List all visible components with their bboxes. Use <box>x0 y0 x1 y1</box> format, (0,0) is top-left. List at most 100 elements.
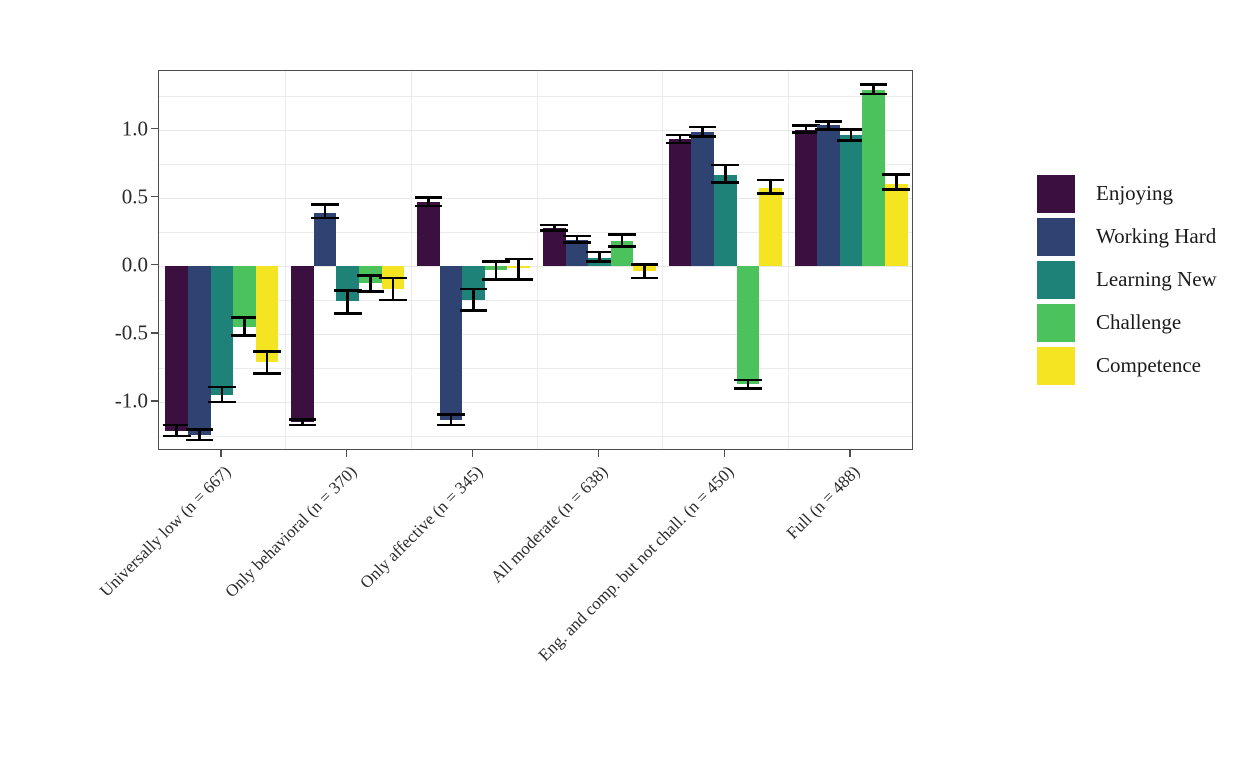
legend-label: Enjoying <box>1096 181 1173 205</box>
error-bar-cap-lower <box>608 245 636 248</box>
bar-working-hard-group-6 <box>817 125 840 266</box>
error-bar-cap-lower <box>540 229 568 232</box>
error-bar-cap-upper <box>859 83 888 86</box>
legend-swatch <box>1037 174 1075 213</box>
error-bar-cap-upper <box>756 178 785 182</box>
legend-label: Working Hard <box>1096 224 1217 248</box>
error-bar-cap-upper <box>504 257 533 261</box>
error-bar-line <box>369 275 372 292</box>
error-bar-cap-upper <box>482 260 510 263</box>
error-bar-cap-lower <box>504 278 533 281</box>
y-tick-mark <box>151 195 158 198</box>
plot-panel <box>158 70 913 450</box>
error-bar-cap-upper <box>208 385 236 389</box>
x-tick-mark <box>346 450 348 457</box>
error-bar-cap-lower <box>253 372 281 375</box>
legend-swatch <box>1037 346 1075 385</box>
legend-item-working-hard: Working Hard <box>1037 215 1217 258</box>
x-tick-mark <box>220 450 222 457</box>
legend-label: Competence <box>1096 353 1201 377</box>
bar-competence-group-1 <box>255 265 279 363</box>
bar-enjoying-group-2 <box>291 265 314 423</box>
error-bar-line <box>243 317 246 336</box>
gridline-minor <box>159 436 912 438</box>
error-bar-cap-upper <box>162 423 191 427</box>
gridline-vertical <box>536 71 538 449</box>
error-bar-cap-upper <box>608 233 636 236</box>
error-bar-cap-upper <box>688 125 717 129</box>
legend-item-learning-new: Learning New <box>1037 258 1217 301</box>
legend: Enjoying Working Hard Learning New Challeng… <box>1037 172 1217 387</box>
error-bar-cap-lower <box>437 423 465 427</box>
error-bar-cap-lower <box>162 434 191 438</box>
gridline-vertical <box>284 71 286 449</box>
bar-learning-new-group-1 <box>210 265 234 396</box>
bar-challenge-group-6 <box>862 90 885 266</box>
error-bar-cap-upper <box>379 276 407 280</box>
legend-item-challenge: Challenge <box>1037 301 1217 344</box>
error-bar-cap-lower <box>688 135 717 138</box>
gridline-major <box>159 401 912 404</box>
error-bar-line <box>494 261 498 280</box>
bar-enjoying-group-4 <box>542 227 566 266</box>
error-bar-cap-lower <box>792 130 820 134</box>
error-bar-line <box>265 351 269 374</box>
error-bar-cap-lower <box>882 188 911 191</box>
y-tick-label: 0.0 <box>121 252 148 277</box>
legend-item-enjoying: Enjoying <box>1037 172 1217 215</box>
bar-competence-group-5 <box>759 188 782 266</box>
bar-working-hard-group-2 <box>313 212 337 266</box>
error-bar-cap-lower <box>311 216 339 220</box>
error-bar-cap-upper <box>814 120 843 123</box>
error-bar-cap-lower <box>333 312 362 315</box>
error-bar-cap-lower <box>666 141 694 145</box>
gridline-vertical <box>662 71 664 449</box>
error-bar-line <box>723 164 727 183</box>
x-tick-mark <box>723 450 725 457</box>
x-tick-label: Full (n = 488) <box>782 462 864 543</box>
y-tick-label: 1.0 <box>121 116 148 141</box>
gridline-minor <box>159 95 912 97</box>
error-bar-cap-lower <box>356 290 385 293</box>
legend-label: Challenge <box>1096 310 1182 334</box>
error-bar-cap-upper <box>837 128 865 131</box>
y-tick-mark <box>151 264 158 266</box>
y-tick-mark <box>151 127 158 130</box>
bar-competence-group-6 <box>884 184 908 266</box>
error-bar-cap-lower <box>630 276 659 280</box>
error-bar-cap-upper <box>882 173 911 176</box>
bar-learning-new-group-6 <box>839 135 863 266</box>
y-tick-label: 0.5 <box>121 184 148 209</box>
error-bar-cap-upper <box>734 378 762 382</box>
error-bar-cap-lower <box>734 387 762 390</box>
bar-learning-new-group-5 <box>713 174 737 266</box>
x-tick-label: Only behavioral (n = 370) <box>221 462 361 602</box>
y-tick-label: -1.0 <box>114 388 148 413</box>
error-bar-line <box>391 278 395 300</box>
error-bar-cap-lower <box>288 423 317 427</box>
error-bar-cap-upper <box>311 203 339 206</box>
x-tick-label: All moderate (n = 638) <box>487 462 612 587</box>
error-bar-cap-upper <box>459 287 488 291</box>
error-bar-cap-upper <box>414 196 443 199</box>
error-bar-cap-lower <box>459 309 488 312</box>
legend-item-competence: Competence <box>1037 344 1217 387</box>
bar-working-hard-group-5 <box>691 132 714 266</box>
x-tick-label: Eng. and comp. but not chall. (n = 450) <box>534 462 738 665</box>
error-bar-cap-lower <box>837 139 865 142</box>
bar-working-hard-group-1 <box>188 265 211 435</box>
error-bar-cap-upper <box>792 124 820 127</box>
error-bar-cap-lower <box>585 260 614 263</box>
gridline-vertical <box>410 71 412 449</box>
bar-enjoying-group-5 <box>668 139 692 266</box>
legend-swatch <box>1037 217 1075 256</box>
y-tick-label: -0.5 <box>114 320 148 345</box>
x-tick-mark <box>849 450 851 457</box>
error-bar-cap-upper <box>540 223 568 227</box>
error-bar-cap-upper <box>563 234 591 238</box>
error-bar-cap-lower <box>859 92 888 96</box>
x-tick-mark <box>471 450 474 457</box>
error-bar-cap-lower <box>379 298 407 302</box>
y-tick-mark <box>151 332 158 334</box>
bar-enjoying-group-6 <box>794 129 818 266</box>
